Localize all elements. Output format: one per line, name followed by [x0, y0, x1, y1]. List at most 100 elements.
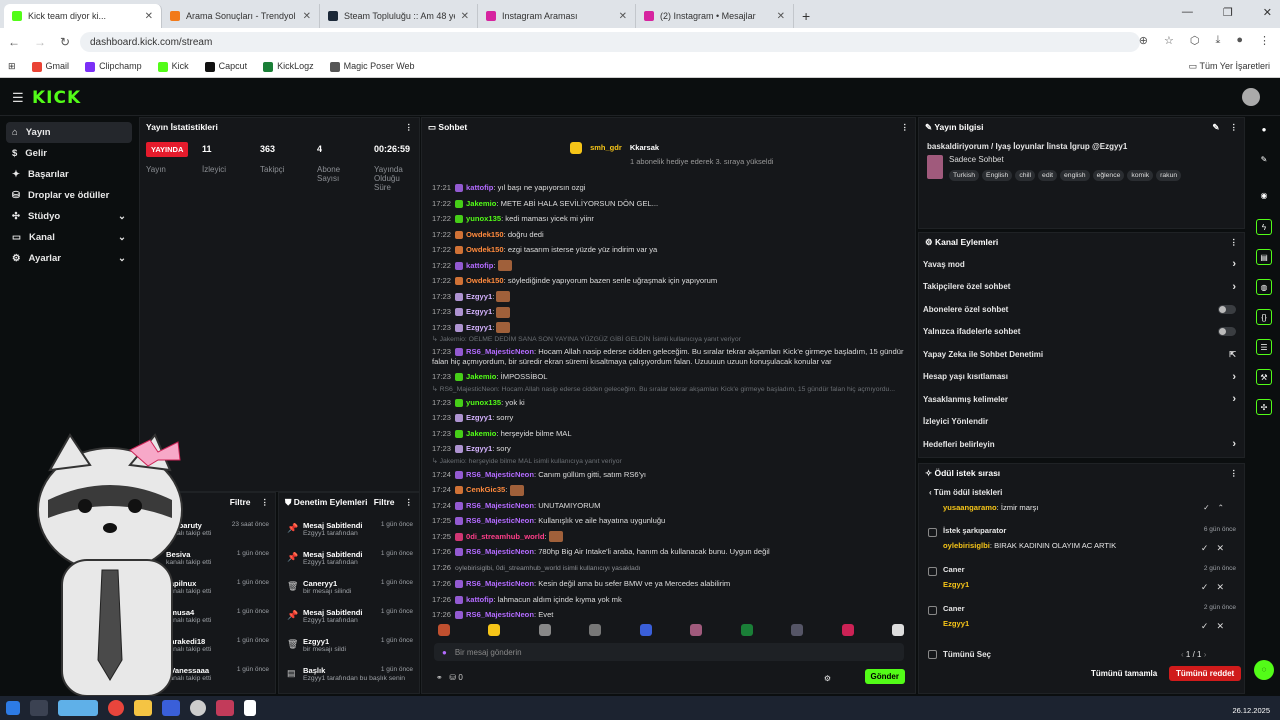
message-username[interactable]: yunox135 [466, 398, 501, 407]
toggle-switch[interactable] [1218, 304, 1236, 314]
browser-tab[interactable]: Kick team diyor ki... ✕ [4, 4, 162, 28]
close-tab-icon[interactable]: ✕ [303, 11, 311, 22]
more-icon[interactable]: ⋮ [901, 122, 910, 133]
reward-checkbox[interactable] [928, 606, 937, 615]
stream-tag[interactable]: rakun [1156, 170, 1182, 181]
message-username[interactable]: RS6_MajesticNeon [466, 579, 534, 588]
follows-filter-button[interactable]: Filtre [230, 497, 251, 507]
chat-message[interactable]: 17:21 kattofip: yıl başı ne yapıyorsın oz… [432, 180, 910, 196]
more-icon[interactable]: ⋮ [405, 122, 414, 133]
message-username[interactable]: RS6_MajesticNeon [466, 470, 534, 479]
reward-checkbox[interactable] [928, 528, 937, 537]
extension-icon[interactable]: ⬡ [1190, 34, 1200, 47]
star-icon[interactable]: ☆ [1164, 34, 1174, 47]
message-username[interactable]: CenkGic35 [466, 485, 505, 494]
chat-message[interactable]: 17:23 Ezgyy1: [432, 304, 910, 320]
bookmark-item[interactable]: Clipchamp [85, 61, 142, 72]
kick-logo[interactable]: KICK [32, 88, 81, 108]
stream-tag[interactable]: edit [1038, 170, 1058, 181]
settings-icon[interactable]: ⚙ [824, 674, 831, 683]
message-username[interactable]: RS6_MajesticNeon [466, 547, 534, 556]
message-username[interactable]: kattofip [466, 183, 493, 192]
chat-message[interactable]: 17:23 Ezgyy1: sorry [432, 410, 910, 426]
maximize-icon[interactable]: ❐ [1223, 6, 1233, 19]
chat-message[interactable]: 17:23 Jakemio: İMPOSSİBOL [432, 369, 910, 385]
channel-action-item[interactable]: Yapay Zeka ile Sohbet Denetimi ⇱ [919, 343, 1244, 366]
list-icon[interactable]: ☰ [1256, 339, 1272, 355]
close-tab-icon[interactable]: ✕ [461, 11, 469, 22]
browser-tab[interactable]: (2) Instagram • Mesajlar ✕ [636, 4, 794, 28]
notes-icon[interactable] [162, 700, 180, 716]
chat-message[interactable]: 17:25 0di_streamhub_world: [432, 529, 910, 545]
chat-message[interactable]: 17:23 Ezgyy1: [432, 289, 910, 305]
chat-message[interactable]: 17:24 RS6_MajesticNeon: Canım güllüm gitt… [432, 467, 910, 483]
channel-action-item[interactable]: Hedefleri belirleyin › [919, 433, 1244, 456]
message-username[interactable]: Ezgyy1 [466, 292, 492, 301]
message-username[interactable]: Owdek150 [466, 230, 504, 239]
close-window-icon[interactable]: ✕ [1263, 6, 1272, 19]
reload-icon[interactable]: ↻ [60, 35, 70, 49]
category-name[interactable]: Sadece Sohbet [949, 155, 1184, 164]
download-icon[interactable]: ⤓ [1215, 34, 1220, 47]
new-tab-icon[interactable]: + [802, 8, 810, 24]
reward-top-actions[interactable]: ✓⌃ [1203, 503, 1232, 512]
emote-icon[interactable] [891, 624, 904, 636]
chat-message[interactable]: 17:22 Owdek150: doğru dedi [432, 227, 910, 243]
chat-message[interactable]: 17:26 oylebirisiglbi, 0di_streamhub_world… [432, 560, 910, 577]
toggle-switch[interactable] [1218, 327, 1236, 337]
select-all[interactable]: Tümünü Seç [928, 650, 991, 659]
bookmark-item[interactable]: Kick [157, 61, 189, 72]
stream-tag[interactable]: English [982, 170, 1013, 181]
sidebar-item[interactable]: ⚙ Ayarlar ⌄ [6, 248, 132, 269]
reply-context[interactable]: ↳ RS6_MajesticNeon: Hocam Allah nasip ed… [432, 385, 910, 395]
info-icon[interactable]: ● [1256, 122, 1272, 138]
chat-message[interactable]: 17:22 Owdek150: ezgi tasarım isterse yüzd… [432, 242, 910, 258]
back-link[interactable]: ‹ Tüm ödül istekleri [919, 482, 1244, 503]
menu-icon[interactable]: ⋮ [1259, 34, 1270, 47]
chat-message[interactable]: 17:23 yunox135: yok ki [432, 395, 910, 411]
channel-action-item[interactable]: Yasaklanmış kelimeler › [919, 388, 1244, 411]
start-icon[interactable] [6, 701, 20, 715]
message-username[interactable]: Jakemio [466, 429, 496, 438]
document-icon[interactable]: ▤ [1256, 249, 1272, 265]
message-username[interactable]: RS6_MajesticNeon [466, 501, 534, 510]
reward-checkbox[interactable] [928, 567, 937, 576]
sidebar-item[interactable]: $ Gelir [6, 143, 132, 164]
message-username[interactable]: RS6_MajesticNeon [466, 516, 534, 525]
message-username[interactable]: RS6_MajesticNeon [466, 347, 534, 356]
reward-user[interactable]: oylebirisiglbi [943, 541, 990, 550]
widgets-icon[interactable] [58, 700, 98, 716]
close-tab-icon[interactable]: ✕ [145, 11, 153, 22]
pencil-icon[interactable]: ✎ [1256, 152, 1272, 168]
chat-bubble-icon[interactable]: ◍ [1256, 279, 1272, 295]
emote-icon[interactable] [791, 624, 804, 636]
message-username[interactable]: Owdek150 [466, 276, 504, 285]
more-icon[interactable]: ⋮ [1230, 468, 1239, 479]
more-icon[interactable]: ⋮ [405, 497, 414, 507]
bookmark-item[interactable]: Magic Poser Web [329, 61, 415, 72]
reply-context[interactable]: ↳ Jakemio: OELME DEDİM SANA SON YAYINA Y… [432, 335, 910, 345]
chat-message[interactable]: 17:22 kattofip: [432, 258, 910, 274]
url-bar[interactable]: dashboard.kick.com/stream [80, 32, 1140, 52]
message-username[interactable]: 0di_streamhub_world [466, 532, 545, 541]
sidebar-item[interactable]: ⌂ Yayın [6, 122, 132, 143]
app-icon[interactable] [216, 700, 234, 716]
code-icon[interactable]: {} [1256, 309, 1272, 325]
accept-reject-icons[interactable]: ✓✕ [1201, 543, 1232, 554]
chat-message[interactable]: 17:26 RS6_MajesticNeon: Kesin değil ama b… [432, 576, 910, 592]
accept-all-button[interactable]: Tümünü tamamla [1091, 669, 1157, 678]
modlog-filter-button[interactable]: Filtre [374, 497, 395, 507]
accept-reject-icons[interactable]: ✓✕ [1201, 582, 1232, 593]
eye-icon[interactable]: ◉ [1256, 188, 1272, 204]
sidebar-item[interactable]: ⛁ Droplar ve ödüller [6, 185, 132, 206]
browser-tab[interactable]: Steam Topluluğu :: Am 48 year ✕ [320, 4, 478, 28]
stream-tag[interactable]: komik [1127, 170, 1154, 181]
browser-tab[interactable]: Arama Sonuçları - Trendyol ✕ [162, 4, 320, 28]
more-icon[interactable]: ⋮ [261, 497, 270, 507]
sidebar-item[interactable]: ✣ Stüdyo ⌄ [6, 206, 132, 227]
message-username[interactable]: Jakemio [466, 199, 496, 208]
chat-message[interactable]: 17:23 Jakemio: herşeyide bilme MAL [432, 426, 910, 442]
bookmark-item[interactable]: KickLogz [263, 61, 314, 72]
chat-message[interactable]: 17:22 Jakemio: METE ABİ HALA SEVİLİYORSUN… [432, 196, 910, 212]
channel-action-item[interactable]: Abonelere özel sohbet [919, 298, 1244, 321]
